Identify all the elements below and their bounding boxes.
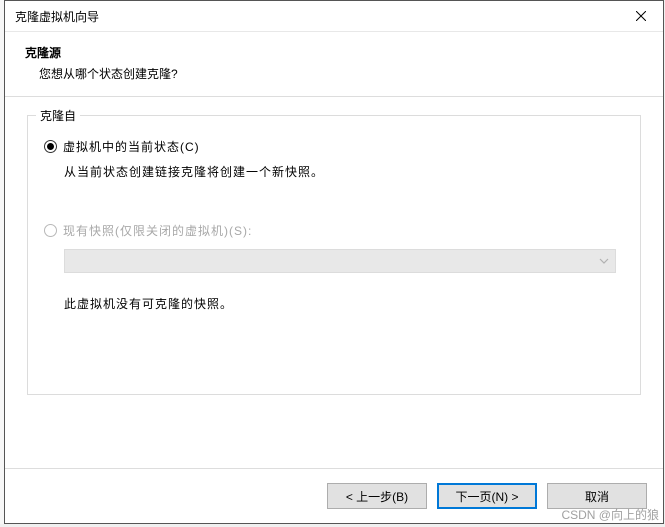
header-subtitle: 您想从哪个状态创建克隆? <box>39 65 643 82</box>
option-existing-snapshot-hint: 此虚拟机没有可克隆的快照。 <box>64 295 624 312</box>
header-title: 克隆源 <box>25 44 643 61</box>
close-button[interactable] <box>618 1 663 31</box>
wizard-window: 克隆虚拟机向导 克隆源 您想从哪个状态创建克隆? 克隆自 虚拟机中的当前状态(C… <box>4 0 664 524</box>
option-existing-snapshot: 现有快照(仅限关闭的虚拟机)(S): <box>44 222 624 239</box>
option-existing-snapshot-label: 现有快照(仅限关闭的虚拟机)(S): <box>63 222 252 239</box>
group-legend: 克隆自 <box>36 107 80 124</box>
titlebar: 克隆虚拟机向导 <box>5 1 663 32</box>
option-current-state-label: 虚拟机中的当前状态(C) <box>63 138 200 155</box>
radio-current-state[interactable] <box>44 140 57 153</box>
radio-existing-snapshot <box>44 224 57 237</box>
chevron-down-icon <box>599 256 609 266</box>
option-current-state[interactable]: 虚拟机中的当前状态(C) <box>44 138 624 155</box>
window-title: 克隆虚拟机向导 <box>15 8 99 25</box>
cancel-button[interactable]: 取消 <box>547 483 647 509</box>
back-button[interactable]: < 上一步(B) <box>327 483 427 509</box>
close-icon <box>636 11 646 21</box>
option-current-state-hint: 从当前状态创建链接克隆将创建一个新快照。 <box>64 163 624 180</box>
wizard-content: 克隆自 虚拟机中的当前状态(C) 从当前状态创建链接克隆将创建一个新快照。 现有… <box>5 97 663 468</box>
next-button[interactable]: 下一页(N) > <box>437 483 537 509</box>
clone-from-group: 克隆自 虚拟机中的当前状态(C) 从当前状态创建链接克隆将创建一个新快照。 现有… <box>27 115 641 395</box>
wizard-header: 克隆源 您想从哪个状态创建克隆? <box>5 32 663 97</box>
snapshot-dropdown <box>64 249 616 273</box>
wizard-footer: < 上一步(B) 下一页(N) > 取消 <box>5 468 663 523</box>
